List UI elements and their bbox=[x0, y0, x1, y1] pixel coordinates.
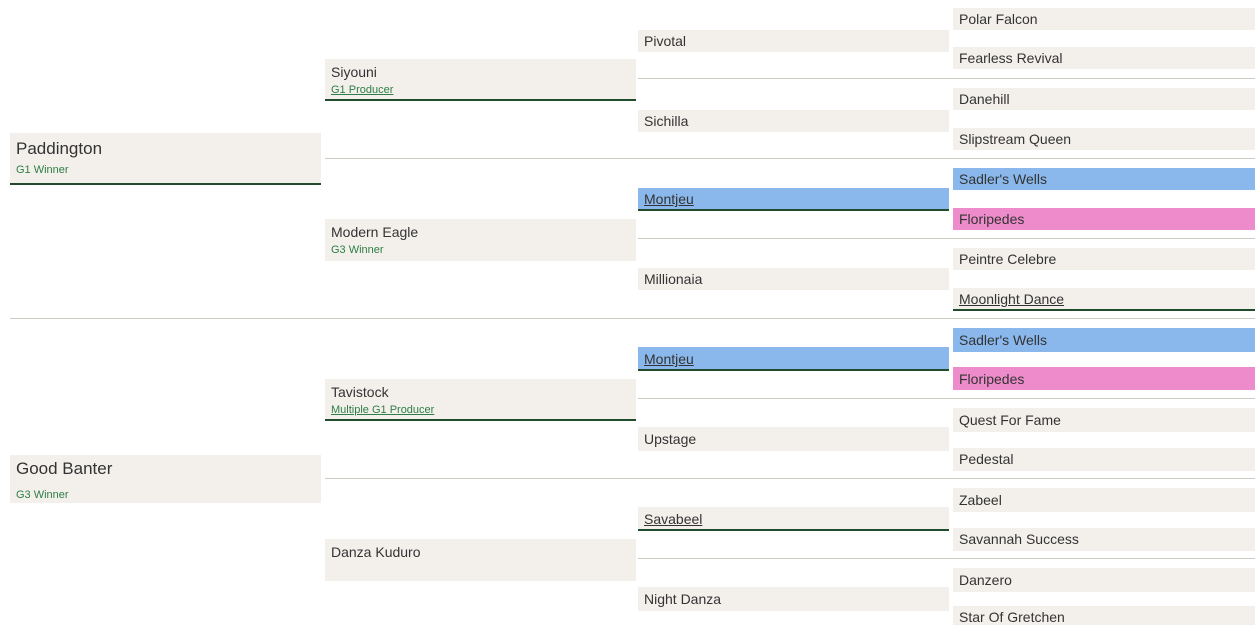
horse-name: Paddington bbox=[16, 139, 103, 158]
pedigree-gen3-2[interactable]: Sichilla bbox=[638, 110, 949, 132]
pedigree-gen4-9[interactable]: Sadler's Wells bbox=[953, 328, 1255, 352]
horse-name: Savabeel bbox=[644, 511, 703, 527]
pedigree-gen2-2[interactable]: Modern Eagle G3 Winner bbox=[325, 219, 636, 261]
pedigree-gen3-6[interactable]: Upstage bbox=[638, 427, 949, 451]
horse-name: Sichilla bbox=[644, 113, 689, 129]
pedigree-gen1-dam[interactable]: Good Banter G3 Winner bbox=[10, 455, 321, 503]
horse-name: Zabeel bbox=[959, 492, 1002, 508]
pedigree-gen3-5[interactable]: Montjeu bbox=[638, 347, 949, 371]
pedigree-gen4-5[interactable]: Sadler's Wells bbox=[953, 168, 1255, 190]
horse-status: G3 Winner bbox=[16, 489, 69, 501]
divider-gen3-1 bbox=[638, 78, 1255, 79]
pedigree-gen4-13[interactable]: Zabeel bbox=[953, 488, 1255, 512]
pedigree-gen2-1[interactable]: Siyouni G1 Producer bbox=[325, 59, 636, 101]
horse-name: Danza Kuduro bbox=[331, 544, 421, 560]
horse-name: Quest For Fame bbox=[959, 412, 1061, 428]
horse-name: Tavistock bbox=[331, 384, 389, 400]
horse-name: Polar Falcon bbox=[959, 11, 1038, 27]
horse-name: Peintre Celebre bbox=[959, 251, 1057, 267]
pedigree-gen4-2[interactable]: Fearless Revival bbox=[953, 47, 1255, 69]
horse-name: Night Danza bbox=[644, 591, 722, 607]
pedigree-gen4-3[interactable]: Danehill bbox=[953, 88, 1255, 110]
pedigree-gen4-16[interactable]: Star Of Gretchen bbox=[953, 606, 1255, 625]
divider-gen3-4 bbox=[638, 558, 1255, 559]
horse-status: Multiple G1 Producer bbox=[331, 404, 435, 416]
horse-status: G1 Producer bbox=[331, 84, 394, 96]
horse-status: G1 Winner bbox=[16, 164, 69, 176]
horse-name: Fearless Revival bbox=[959, 50, 1063, 66]
horse-name: Good Banter bbox=[16, 459, 113, 478]
pedigree-gen2-3[interactable]: Tavistock Multiple G1 Producer bbox=[325, 379, 636, 421]
pedigree-gen4-14[interactable]: Savannah Success bbox=[953, 528, 1255, 551]
pedigree-gen4-12[interactable]: Pedestal bbox=[953, 448, 1255, 471]
pedigree-gen3-1[interactable]: Pivotal bbox=[638, 30, 949, 52]
divider-gen3-3 bbox=[638, 398, 1255, 399]
horse-name: Montjeu bbox=[644, 351, 694, 367]
horse-name: Upstage bbox=[644, 431, 697, 447]
pedigree-gen3-8[interactable]: Night Danza bbox=[638, 587, 949, 611]
divider-sire-dam bbox=[10, 318, 1255, 319]
pedigree-gen4-7[interactable]: Peintre Celebre bbox=[953, 248, 1255, 270]
horse-name: Star Of Gretchen bbox=[959, 609, 1065, 625]
horse-name: Sadler's Wells bbox=[959, 332, 1047, 348]
horse-name: Slipstream Queen bbox=[959, 131, 1072, 147]
pedigree-gen4-15[interactable]: Danzero bbox=[953, 568, 1255, 592]
horse-name: Modern Eagle bbox=[331, 224, 419, 240]
horse-name: Siyouni bbox=[331, 64, 377, 80]
pedigree-gen3-4[interactable]: Millionaia bbox=[638, 268, 949, 290]
horse-name: Savannah Success bbox=[959, 531, 1079, 547]
pedigree-gen4-4[interactable]: Slipstream Queen bbox=[953, 128, 1255, 150]
pedigree-gen4-1[interactable]: Polar Falcon bbox=[953, 8, 1255, 30]
pedigree-gen3-7[interactable]: Savabeel bbox=[638, 507, 949, 531]
horse-name: Millionaia bbox=[644, 271, 703, 287]
horse-name: Pedestal bbox=[959, 451, 1014, 467]
pedigree-gen3-3[interactable]: Montjeu bbox=[638, 188, 949, 211]
horse-name: Moonlight Dance bbox=[959, 291, 1065, 307]
divider-gen3-2 bbox=[638, 238, 1255, 239]
divider-gen2-bottom bbox=[325, 478, 1255, 479]
horse-name: Danzero bbox=[959, 572, 1012, 588]
pedigree-gen1-sire[interactable]: Paddington G1 Winner bbox=[10, 133, 321, 185]
pedigree-gen4-6[interactable]: Floripedes bbox=[953, 208, 1255, 230]
horse-status: G3 Winner bbox=[331, 244, 384, 256]
horse-name: Sadler's Wells bbox=[959, 171, 1047, 187]
horse-name: Pivotal bbox=[644, 33, 687, 49]
horse-name: Floripedes bbox=[959, 211, 1025, 227]
pedigree-gen2-4[interactable]: Danza Kuduro bbox=[325, 539, 636, 581]
horse-name: Montjeu bbox=[644, 191, 694, 207]
horse-name: Danehill bbox=[959, 91, 1010, 107]
pedigree-gen4-10[interactable]: Floripedes bbox=[953, 367, 1255, 390]
pedigree-gen4-11[interactable]: Quest For Fame bbox=[953, 408, 1255, 432]
horse-name: Floripedes bbox=[959, 371, 1025, 387]
divider-gen2-top bbox=[325, 158, 1255, 159]
pedigree-gen4-8[interactable]: Moonlight Dance bbox=[953, 288, 1255, 311]
